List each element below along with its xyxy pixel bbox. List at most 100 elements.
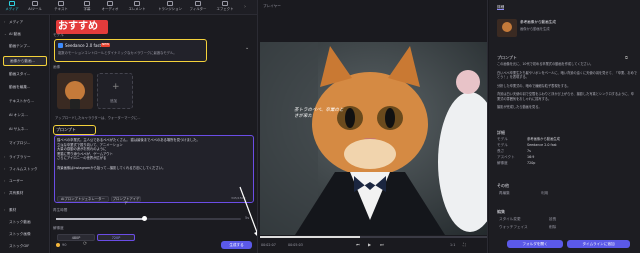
duration-label: 再生時間 bbox=[53, 208, 68, 212]
sidebar-item-ai-video[interactable]: ⌄ AI 動画 bbox=[3, 30, 47, 38]
sidebar-item-user[interactable]: › ユーザー bbox=[3, 177, 47, 185]
sidebar-item-video-style[interactable]: 動画スタイ... bbox=[3, 70, 47, 78]
sidebar-item-library[interactable]: › ライブラリー bbox=[3, 153, 47, 161]
props-prompt-text: この画像を元に、10代で初める卒業式の動画を作成してください。 白いペペ卒業生た… bbox=[497, 62, 637, 110]
model-icon bbox=[58, 43, 63, 48]
add-to-timeline-button[interactable]: タイムラインに追加 bbox=[567, 240, 630, 248]
sidebar-item-assets[interactable]: › 素材 bbox=[3, 206, 47, 214]
sidebar-item-my-project[interactable]: マイプロジ... bbox=[3, 139, 47, 147]
props-prompt-title: プロンプト bbox=[497, 55, 517, 60]
duration-slider-handle[interactable] bbox=[142, 216, 147, 221]
properties-panel: 詳細 参考画像から動画生成 画像から動画を生成 プロンプト ⧉ この画像を元に、… bbox=[489, 0, 640, 253]
tab-transition[interactable]: トランジション bbox=[156, 1, 184, 14]
player-area: プレイヤー 茶トラのペペ、卒業のときが来た 00:02:07 00:05:03 … bbox=[257, 0, 488, 253]
tab-audio[interactable]: オーディオ bbox=[99, 1, 121, 14]
tab-element[interactable]: エレメント bbox=[126, 1, 148, 14]
sidebar: › メディア ⌄ AI 動画 動画テンプ... 画像から動画... 動画スタイ...… bbox=[0, 15, 50, 253]
result-title: 参考画像から動画生成 bbox=[520, 20, 556, 24]
cat-graduation-image bbox=[260, 42, 487, 235]
duration-slider[interactable] bbox=[56, 216, 241, 221]
sidebar-item-filmstock[interactable]: › フィルムストック bbox=[3, 165, 47, 173]
add-image-button[interactable]: + 追加 bbox=[97, 73, 133, 109]
others-item-reedit[interactable]: 再編集 bbox=[499, 191, 510, 195]
edit-extend[interactable]: 延長 bbox=[549, 217, 556, 221]
video-preview[interactable]: 茶トラのペペ、卒業のときが来た bbox=[260, 42, 487, 235]
resolution-label: 解像度 bbox=[53, 226, 64, 230]
ai-prompt-generator-chip[interactable]: AIプロンプトジェネレーター bbox=[57, 196, 109, 202]
zoom-ratio[interactable]: 1:1 bbox=[450, 243, 455, 247]
sidebar-item-ai-thumbnail[interactable]: AI サムネ... bbox=[3, 125, 47, 133]
chevron-down-icon[interactable]: ⌄ bbox=[245, 45, 249, 51]
sidebar-item-ai-once[interactable]: AI オンス... bbox=[3, 111, 47, 119]
tab-details[interactable]: 詳細 bbox=[497, 5, 505, 11]
open-folder-button[interactable]: フォルダを開く bbox=[507, 240, 563, 248]
audio-icon bbox=[107, 1, 113, 6]
tab-subtitle[interactable]: 字幕 bbox=[76, 1, 98, 14]
ai-tools-icon bbox=[32, 1, 38, 6]
edit-watchface[interactable]: ウォッチフェイス bbox=[499, 225, 528, 229]
tab-ai-tools[interactable]: AIツール bbox=[24, 1, 46, 14]
sidebar-item-shared[interactable]: › 共有素材 bbox=[3, 189, 47, 197]
upload-note: アップロードしたキャラクターは、ウォーターマークに... bbox=[55, 116, 141, 120]
edit-style-change[interactable]: スタイル変更 bbox=[499, 217, 521, 221]
refresh-icon[interactable]: ⟳ bbox=[83, 241, 87, 247]
copy-icon[interactable]: ⧉ bbox=[625, 55, 628, 60]
transition-icon bbox=[167, 1, 173, 6]
model-name: Seedance 2.0 fast bbox=[65, 43, 102, 48]
result-subtitle: 画像から動画を生成 bbox=[520, 27, 550, 31]
time-total: 00:05:03 bbox=[288, 243, 303, 247]
top-toolbar: メディア AIツール テキスト 字幕 オーディオ エレメント トランジション フ… bbox=[0, 0, 257, 15]
sidebar-item-video-template[interactable]: 動画テンプ... bbox=[3, 42, 47, 50]
model-description: 複数のモーションコントロールとダイナミックなカメラワークに最適なモデル。 bbox=[58, 51, 177, 55]
filter-icon bbox=[195, 1, 201, 6]
uploaded-image-thumb[interactable] bbox=[57, 73, 93, 109]
recommend-overlay-text: おすすめ bbox=[58, 21, 98, 32]
fullscreen-icon[interactable]: ⛶ bbox=[463, 242, 466, 247]
sidebar-item-image-to-video[interactable]: 画像から動画... bbox=[3, 56, 47, 66]
sidebar-item-edit-video[interactable]: 動画を編集... bbox=[3, 83, 47, 91]
sidebar-item-stock-gif[interactable]: ストックGIF bbox=[3, 242, 47, 250]
media-icon bbox=[9, 1, 15, 6]
resolution-720p[interactable]: 720P bbox=[97, 234, 135, 241]
generation-panel: おすすめ モデル Seedance 2.0 fast NEW 複数のモーションコ… bbox=[51, 15, 262, 253]
play-icon[interactable]: ▶ bbox=[368, 242, 371, 247]
sidebar-item-stock-video[interactable]: ストック動画 bbox=[3, 218, 47, 226]
prompt-label: プロンプト bbox=[56, 127, 76, 132]
chevron-right-icon[interactable]: › bbox=[244, 4, 246, 10]
details-title: 詳細 bbox=[497, 130, 505, 135]
new-badge: NEW bbox=[101, 42, 111, 47]
prompt-text: 猫ペペの卒業式。主人公であるペペがたくさん。 猫は最後までペペのある場所を見つけ… bbox=[57, 138, 200, 170]
text-icon bbox=[58, 1, 64, 6]
video-caption: 茶トラのペペ、卒業のときが来た bbox=[294, 108, 344, 119]
prompt-textarea[interactable]: 猫ペペの卒業式。主人公であるペペがたくさん。 猫は最後までペペのある場所を見つけ… bbox=[54, 135, 254, 205]
next-frame-icon[interactable]: ⏭ bbox=[380, 242, 384, 247]
effect-icon bbox=[222, 1, 228, 6]
tab-text[interactable]: テキスト bbox=[50, 1, 72, 14]
others-item-use[interactable]: 利用 bbox=[541, 191, 548, 195]
edit-title: 編集 bbox=[497, 209, 505, 214]
credit-icon bbox=[56, 243, 60, 247]
tab-effect[interactable]: エフェクト bbox=[214, 1, 236, 14]
tab-media[interactable]: メディア bbox=[1, 1, 23, 14]
model-selector[interactable]: Seedance 2.0 fast NEW 複数のモーションコントロールとダイナ… bbox=[54, 39, 207, 62]
tab-filter[interactable]: フィルター bbox=[187, 1, 209, 14]
plus-icon: + bbox=[112, 82, 120, 92]
prompt-idea-chip[interactable]: プロンプトアイデア bbox=[111, 196, 141, 205]
prev-frame-icon[interactable]: ⏮ bbox=[356, 242, 360, 247]
sidebar-item-stock-image[interactable]: ストック画像 bbox=[3, 230, 47, 238]
sidebar-item-text-to[interactable]: テキストから... bbox=[3, 97, 47, 105]
element-icon bbox=[134, 1, 140, 6]
subtitle-icon bbox=[84, 1, 90, 6]
resolution-480p[interactable]: 480P bbox=[57, 234, 95, 241]
image-label: 画像 bbox=[53, 65, 61, 69]
result-thumbnail bbox=[497, 19, 517, 37]
sidebar-item-media[interactable]: › メディア bbox=[3, 18, 47, 26]
credit-count: 90 bbox=[62, 243, 67, 247]
player-title: プレイヤー bbox=[263, 4, 281, 8]
model-label: モデル bbox=[53, 33, 64, 37]
time-current: 00:02:07 bbox=[261, 243, 276, 247]
cat-thumbnail bbox=[65, 81, 85, 101]
others-title: その他 bbox=[497, 183, 509, 188]
edit-delete[interactable]: 削除 bbox=[549, 225, 556, 229]
playback-progress[interactable] bbox=[260, 236, 487, 238]
